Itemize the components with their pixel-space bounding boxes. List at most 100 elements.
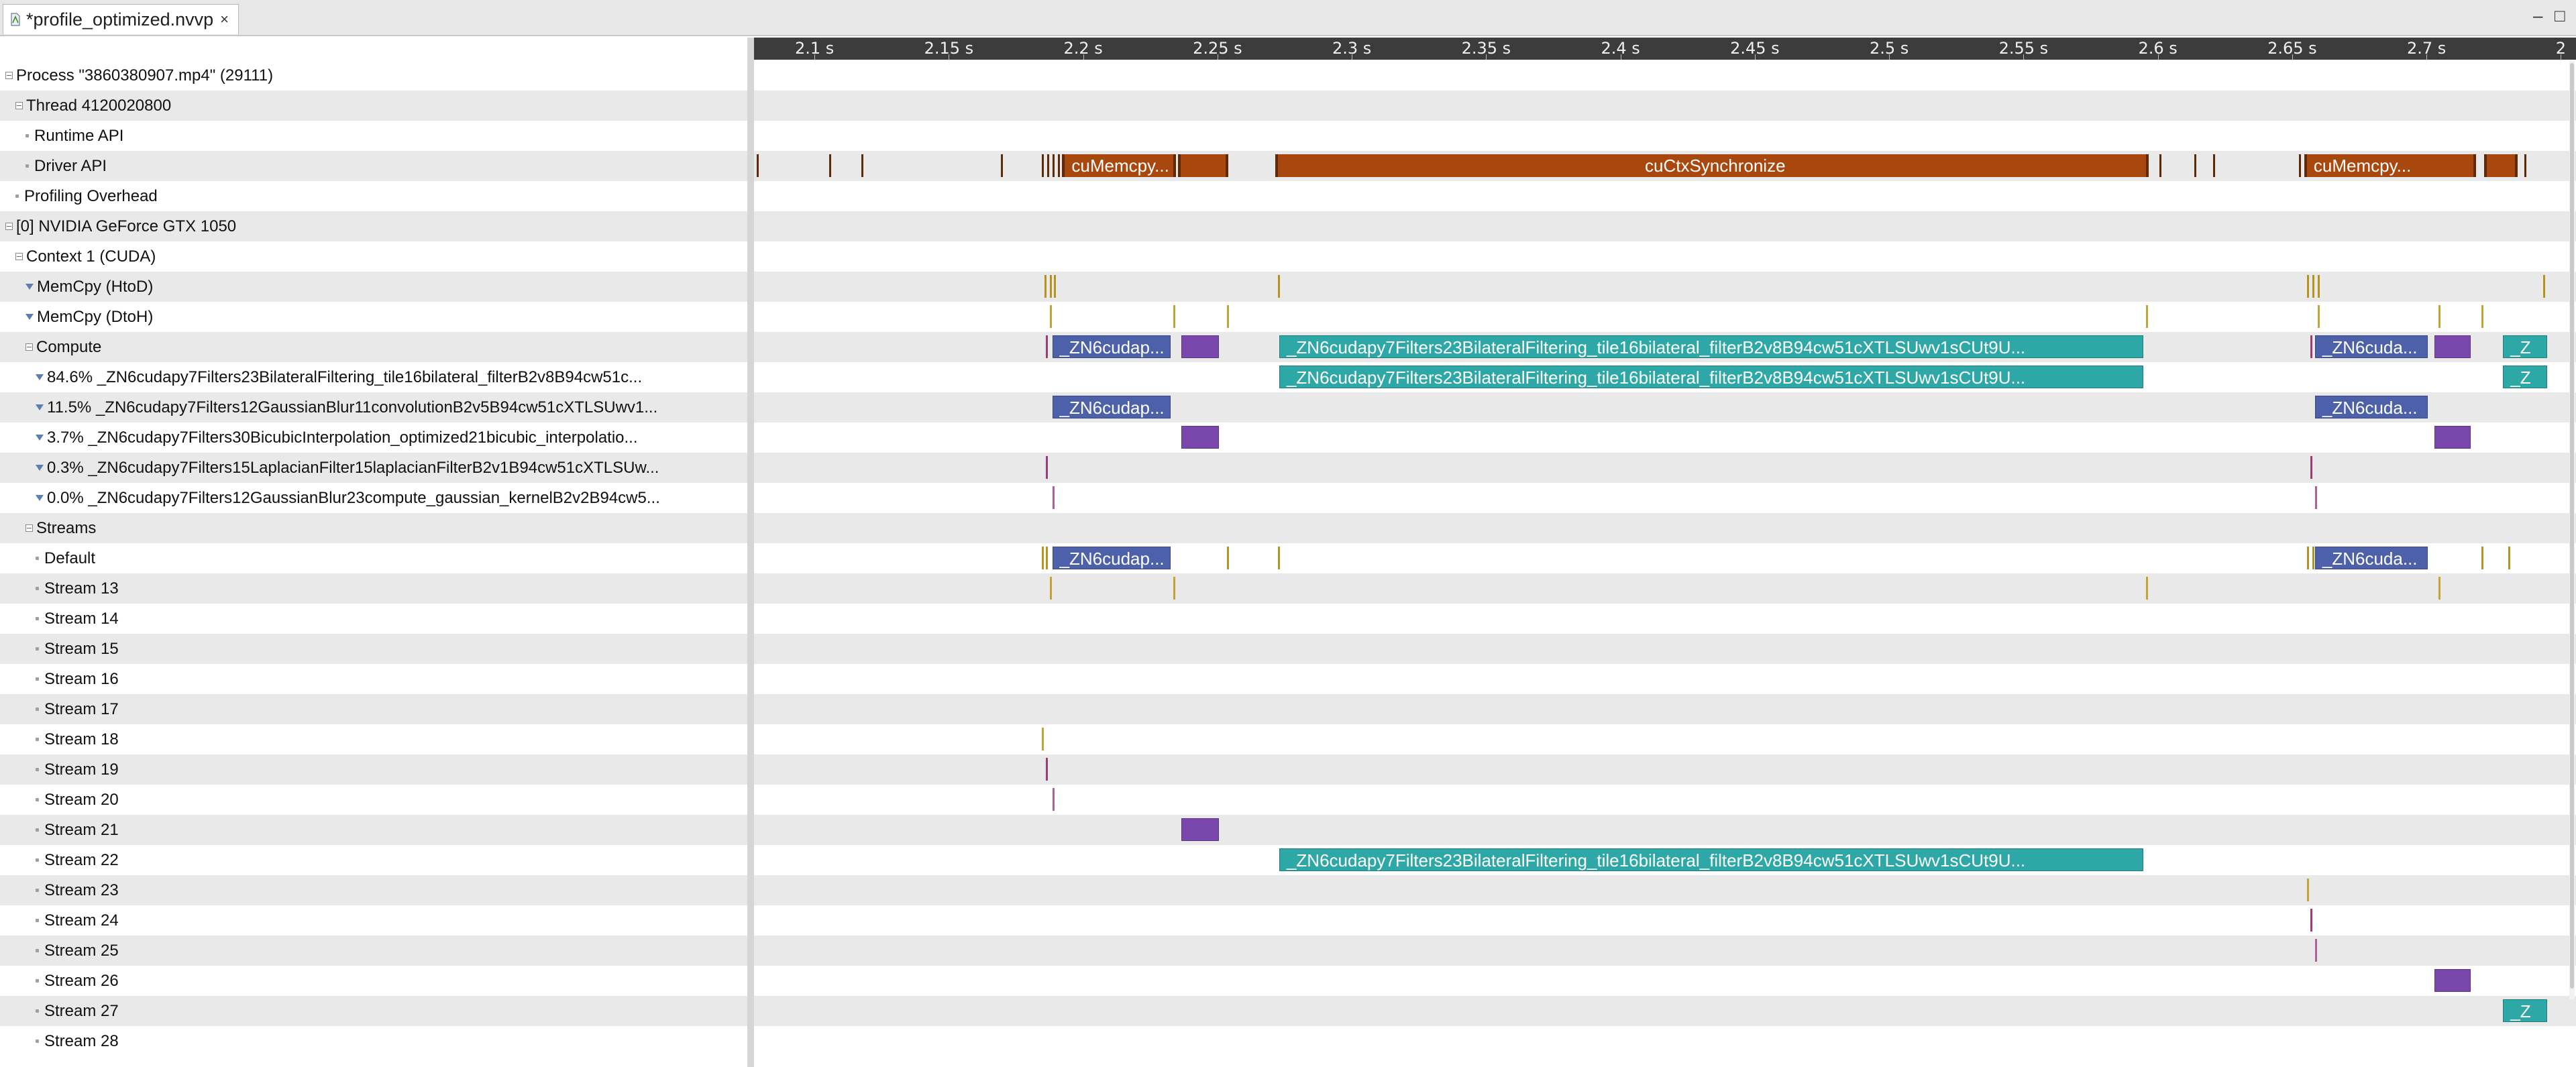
activity-marker[interactable] [1173, 577, 1175, 600]
tree-row[interactable]: Driver API [0, 151, 773, 181]
tree-row[interactable]: Stream 24 [0, 905, 783, 936]
activity-marker[interactable] [1041, 547, 1044, 569]
pane-splitter[interactable] [747, 38, 754, 1067]
kernel-execution-bar[interactable]: _ZN6cuda... [2314, 335, 2428, 358]
activity-marker[interactable] [2310, 335, 2313, 358]
tree-row[interactable]: Stream 16 [0, 664, 783, 694]
collapse-toggle-icon[interactable] [25, 524, 33, 532]
tree-row[interactable]: Streams [0, 513, 773, 543]
activity-marker[interactable] [757, 154, 759, 177]
filter-funnel-icon[interactable] [36, 435, 44, 441]
kernel-execution-bar[interactable] [2434, 969, 2471, 992]
activity-marker[interactable] [1226, 547, 1229, 569]
activity-marker[interactable] [2310, 456, 2313, 479]
tree-row[interactable]: 11.5% _ZN6cudapy7Filters12GaussianBlur11… [0, 392, 783, 423]
kernel-execution-bar[interactable]: _ZN6cudap... [1052, 547, 1171, 569]
activity-marker[interactable] [2145, 305, 2148, 328]
activity-marker[interactable] [1277, 547, 1280, 569]
kernel-execution-bar[interactable]: _ZN6cudapy7Filters23BilateralFiltering_t… [1279, 848, 2143, 871]
activity-marker[interactable] [1044, 275, 1046, 298]
tree-row[interactable]: Profiling Overhead [0, 181, 763, 211]
driver-api-call[interactable]: cuMemcpy... [1062, 154, 1176, 177]
activity-marker[interactable] [2317, 305, 2320, 328]
kernel-execution-bar[interactable]: _ZN6cuda... [2314, 547, 2428, 569]
scrollbar-thumb[interactable] [2570, 63, 2574, 989]
tree-row[interactable]: Stream 25 [0, 936, 783, 966]
tree-row[interactable]: Default [0, 543, 783, 573]
filter-funnel-icon[interactable] [25, 314, 34, 320]
activity-marker[interactable] [2481, 547, 2484, 569]
activity-marker[interactable] [1052, 486, 1055, 509]
tree-row[interactable]: Stream 19 [0, 754, 783, 785]
tree-row[interactable]: [0] NVIDIA GeForce GTX 1050 [0, 211, 753, 241]
driver-api-call[interactable] [1177, 154, 1228, 177]
tree-row[interactable]: MemCpy (HtoD) [0, 272, 773, 302]
tree-row[interactable]: 3.7% _ZN6cudapy7Filters30BicubicInterpol… [0, 423, 783, 453]
collapse-toggle-icon[interactable] [25, 343, 33, 351]
activity-marker[interactable] [2312, 547, 2314, 569]
activity-marker[interactable] [2306, 879, 2309, 901]
activity-marker[interactable] [1001, 154, 1004, 177]
collapse-toggle-icon[interactable] [15, 253, 23, 260]
activity-marker[interactable] [2314, 939, 2317, 962]
time-ruler[interactable]: 2.1 s 2.15 s 2.2 s 2.25 s 2.3 s 2.35 s 2.4 s 2.… [754, 38, 2576, 60]
activity-marker[interactable] [2306, 547, 2309, 569]
filter-funnel-icon[interactable] [36, 465, 44, 471]
collapse-toggle-icon[interactable] [5, 72, 13, 79]
activity-marker[interactable] [1057, 154, 1060, 177]
filter-funnel-icon[interactable] [36, 374, 44, 380]
kernel-execution-bar[interactable] [2434, 426, 2471, 449]
tree-row[interactable]: Compute [0, 332, 773, 362]
kernel-execution-bar[interactable]: _ZN6cudapy7Filters23BilateralFiltering_t… [1279, 335, 2143, 358]
tree-row[interactable]: Stream 27 [0, 996, 783, 1026]
kernel-execution-bar[interactable]: _ZN6cuda... [2314, 396, 2428, 418]
activity-marker[interactable] [1041, 728, 1044, 750]
tree-row[interactable]: MemCpy (DtoH) [0, 302, 773, 332]
kernel-execution-bar[interactable] [1181, 335, 1219, 358]
kernel-execution-bar[interactable] [1181, 818, 1219, 841]
activity-marker[interactable] [2212, 154, 2215, 177]
activity-marker[interactable] [1226, 305, 1229, 328]
activity-marker[interactable] [2438, 305, 2441, 328]
maximize-icon[interactable]: □ [2555, 5, 2565, 26]
vertical-scrollbar[interactable] [2569, 60, 2575, 999]
activity-marker[interactable] [1046, 547, 1049, 569]
tree-row[interactable]: Stream 28 [0, 1026, 783, 1056]
activity-marker[interactable] [2314, 486, 2317, 509]
kernel-execution-bar[interactable]: _ZN6cudap... [1052, 396, 1171, 418]
activity-marker[interactable] [1052, 154, 1055, 177]
kernel-execution-bar[interactable]: _Z [2503, 366, 2548, 388]
tree-row[interactable]: 84.6% _ZN6cudapy7Filters23BilateralFilte… [0, 362, 783, 392]
activity-marker[interactable] [1046, 456, 1049, 479]
kernel-execution-bar[interactable]: _ZN6cudapy7Filters23BilateralFiltering_t… [1279, 366, 2143, 388]
activity-marker[interactable] [1049, 275, 1052, 298]
kernel-execution-bar[interactable]: _Z [2503, 999, 2548, 1022]
tree-row[interactable]: Thread 4120020800 [0, 91, 763, 121]
activity-marker[interactable] [1046, 758, 1049, 781]
tree-row[interactable]: Stream 26 [0, 966, 783, 996]
activity-marker[interactable] [2298, 154, 2301, 177]
activity-marker[interactable] [1041, 154, 1044, 177]
tree-row[interactable]: Process "3860380907.mp4" (29111) [0, 60, 753, 91]
kernel-execution-bar[interactable]: _Z [2503, 335, 2548, 358]
activity-marker[interactable] [2438, 577, 2441, 600]
kernel-execution-bar[interactable] [2434, 335, 2471, 358]
close-icon[interactable]: × [220, 11, 229, 28]
collapse-toggle-icon[interactable] [5, 223, 13, 230]
activity-marker[interactable] [1173, 305, 1175, 328]
timeline-view[interactable]: 2.1 s 2.15 s 2.2 s 2.25 s 2.3 s 2.35 s 2.4 s 2.… [754, 38, 2576, 1067]
activity-marker[interactable] [2524, 154, 2527, 177]
driver-api-call[interactable] [2484, 154, 2518, 177]
activity-marker[interactable] [2310, 909, 2313, 932]
driver-api-call[interactable]: cuMemcpy... [2304, 154, 2477, 177]
tree-row[interactable]: Stream 21 [0, 815, 783, 845]
activity-marker[interactable] [861, 154, 864, 177]
activity-marker[interactable] [2159, 154, 2161, 177]
driver-api-call[interactable]: cuCtxSynchronize [1275, 154, 2149, 177]
tree-row[interactable]: Stream 22 [0, 845, 783, 875]
activity-marker[interactable] [1277, 275, 1280, 298]
activity-marker[interactable] [2194, 154, 2196, 177]
activity-marker[interactable] [829, 154, 832, 177]
kernel-execution-bar[interactable]: _ZN6cudap... [1052, 335, 1171, 358]
collapse-toggle-icon[interactable] [15, 102, 23, 109]
